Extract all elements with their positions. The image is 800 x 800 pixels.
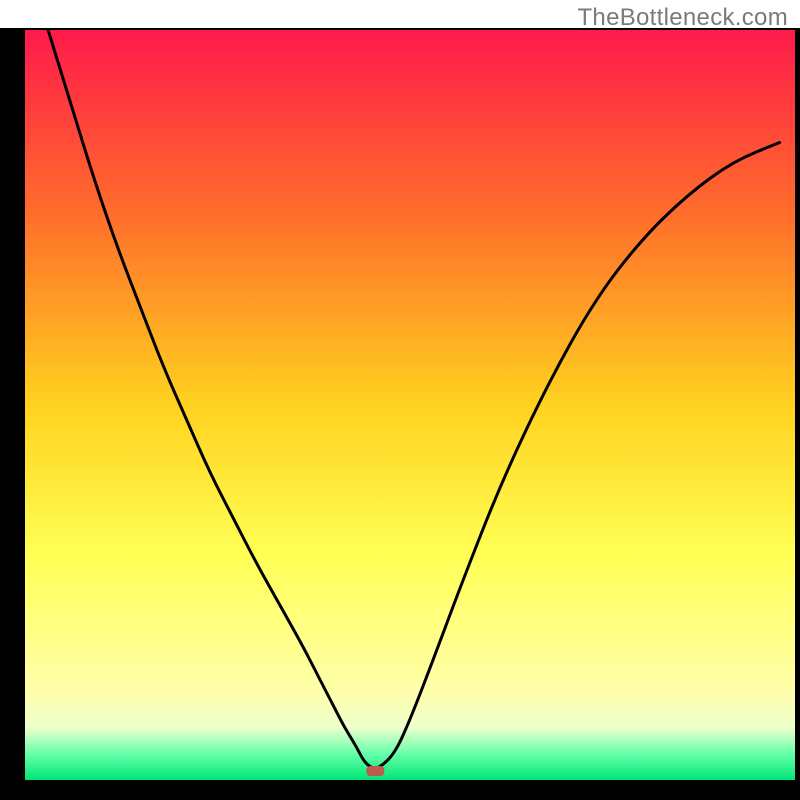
watermark-label: TheBottleneck.com	[577, 4, 788, 32]
bottleneck-chart	[0, 0, 800, 800]
optimal-point-marker	[366, 766, 384, 776]
chart-container: TheBottleneck.com	[0, 0, 800, 800]
chart-background	[25, 30, 795, 780]
